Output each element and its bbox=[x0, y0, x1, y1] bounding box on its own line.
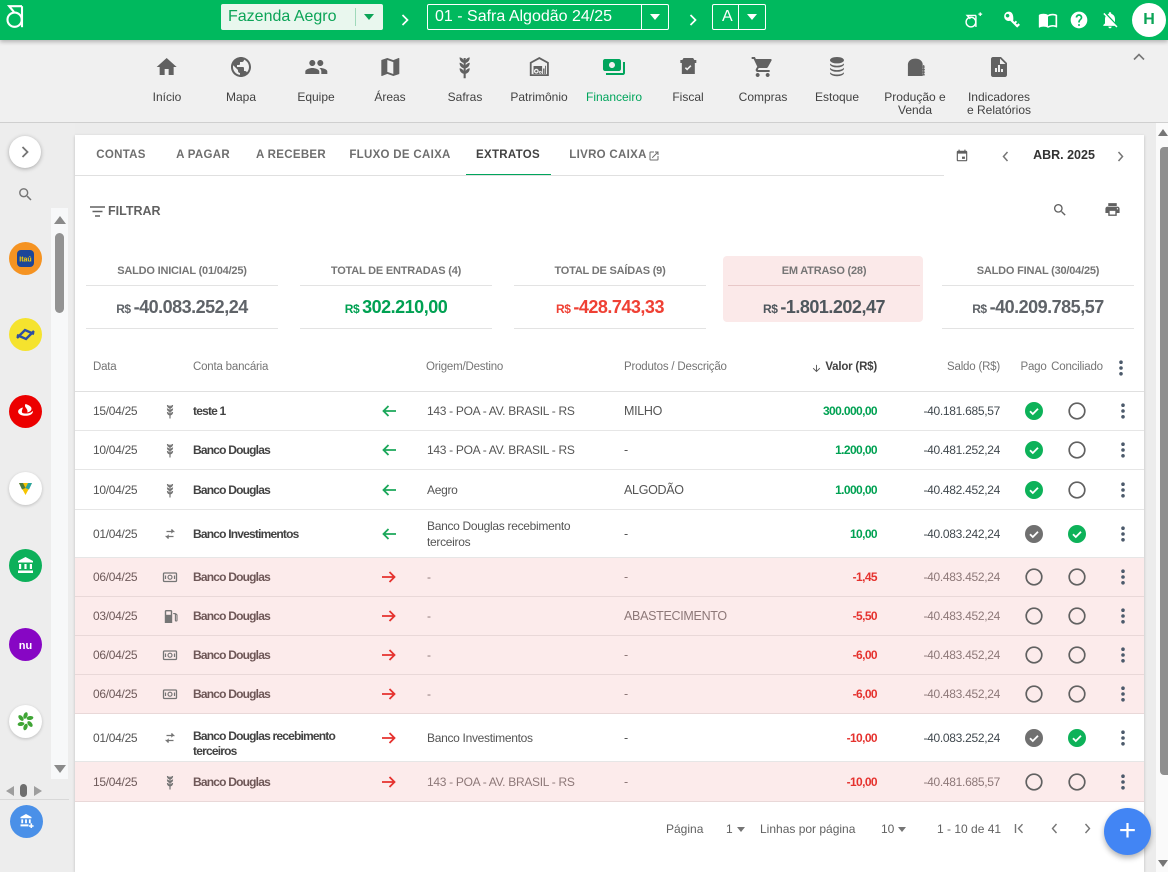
svg-text:Itaú: Itaú bbox=[19, 257, 31, 264]
svg-text:nu: nu bbox=[19, 640, 32, 652]
